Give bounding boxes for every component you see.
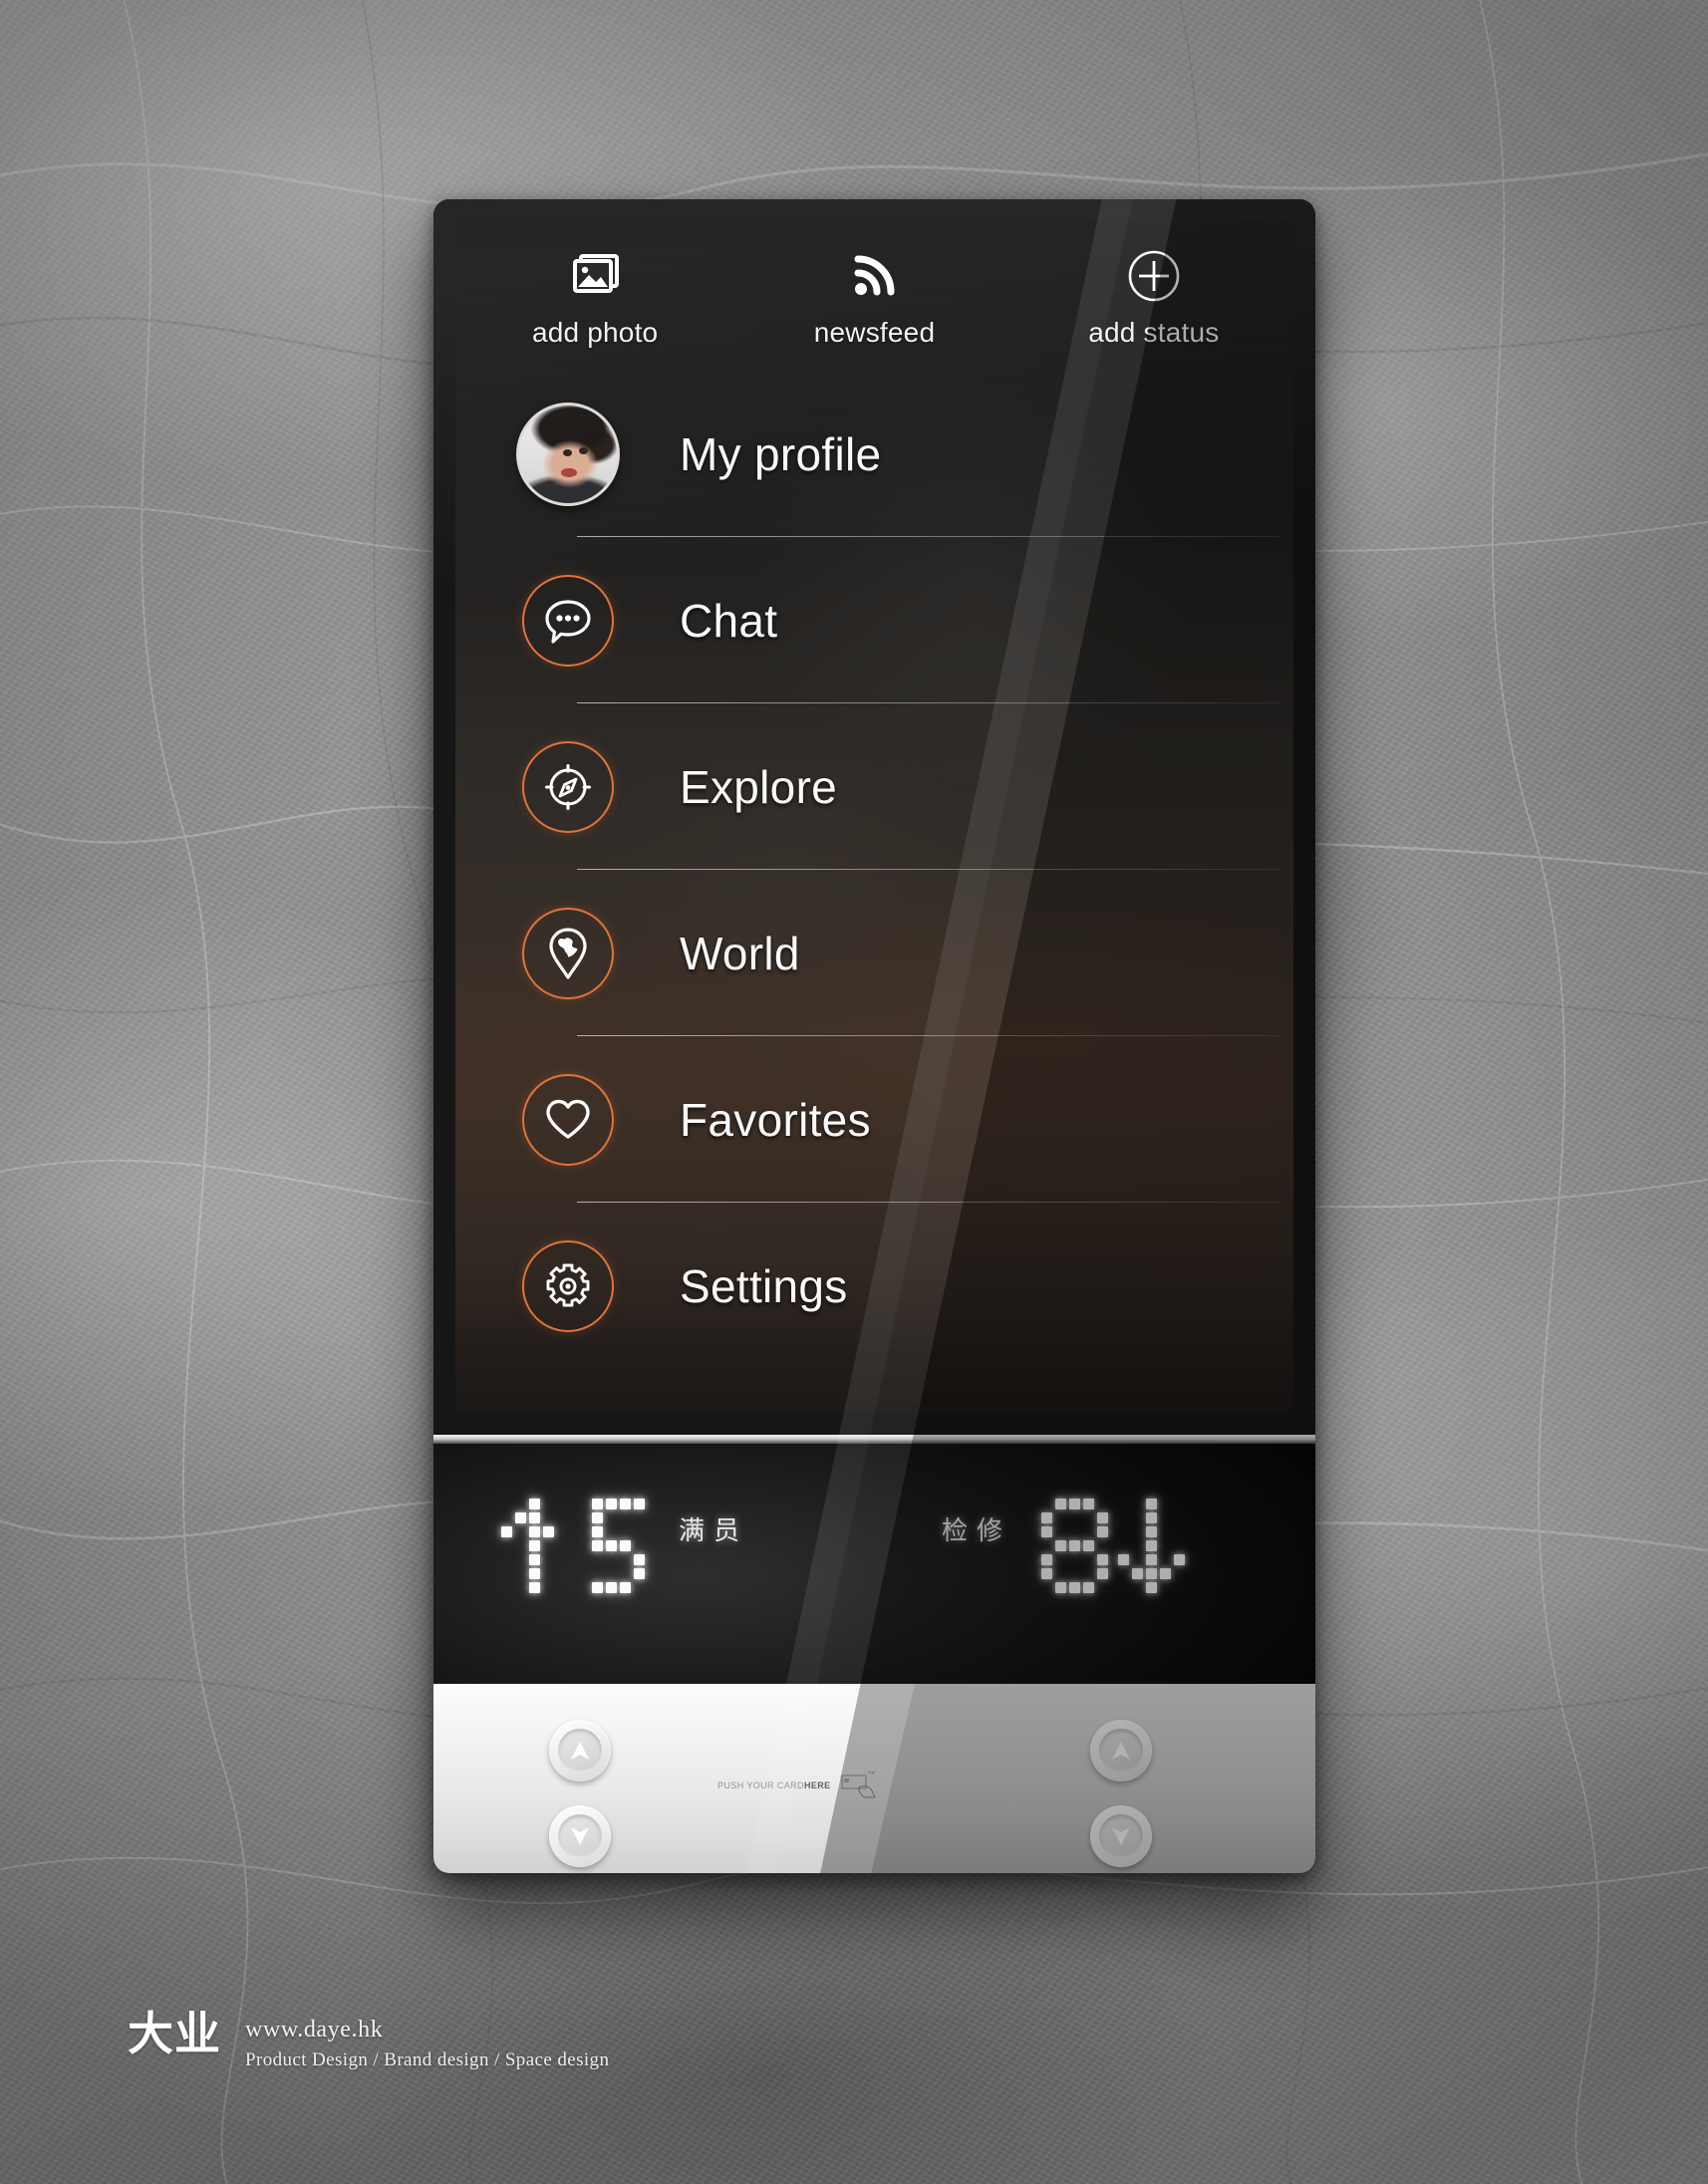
action-label: newsfeed bbox=[813, 317, 936, 348]
chat-bubble-icon bbox=[544, 599, 591, 644]
touchscreen[interactable]: add photo newsfeed add status My profile… bbox=[433, 199, 1315, 1435]
action-label: add photo bbox=[531, 317, 659, 348]
avatar-icon bbox=[515, 402, 620, 506]
led-up-arrow bbox=[501, 1499, 568, 1593]
globe-pin-icon bbox=[548, 927, 587, 979]
menu-item-label: Settings bbox=[680, 1259, 848, 1312]
led-right-status-label: 检修 bbox=[942, 1516, 1012, 1546]
led-right-digits bbox=[1041, 1499, 1186, 1593]
action-add-photo[interactable]: add photo bbox=[455, 221, 734, 361]
menu-item-label: Favorites bbox=[680, 1093, 871, 1146]
plus-circle-icon bbox=[1126, 247, 1182, 305]
services-tagline: Product Design / Brand design / Space de… bbox=[245, 2049, 610, 2070]
left-up-call-button[interactable] bbox=[549, 1720, 611, 1781]
led-left-digits bbox=[501, 1499, 645, 1593]
menu-item-world[interactable]: World bbox=[455, 870, 1293, 1036]
main-menu-list: My profile Chat Explore World Favorites … bbox=[455, 371, 1293, 1369]
gear-icon bbox=[546, 1263, 589, 1306]
led-floor-digit bbox=[1041, 1499, 1109, 1593]
right-down-call-button[interactable] bbox=[1090, 1805, 1152, 1867]
footer-branding: 大业 www.daye.hk Product Design / Brand de… bbox=[128, 2011, 609, 2071]
led-right-group: 检修 bbox=[942, 1499, 1186, 1593]
down-arrow-icon bbox=[571, 1827, 589, 1845]
avatar bbox=[455, 402, 680, 506]
menu-item-favorites[interactable]: Favorites bbox=[455, 1036, 1293, 1203]
elevator-panel-device: add photo newsfeed add status My profile… bbox=[433, 199, 1315, 1873]
top-action-bar: add photo newsfeed add status bbox=[455, 221, 1293, 361]
compass-icon bbox=[544, 763, 591, 810]
card-reader-label: PUSH YOUR CARDHERE bbox=[717, 1780, 831, 1790]
card-reader-zone[interactable]: PUSH YOUR CARDHERE bbox=[717, 1772, 885, 1799]
call-button-panel: PUSH YOUR CARDHERE bbox=[433, 1684, 1315, 1873]
led-left-group: 满员 bbox=[501, 1499, 748, 1593]
action-newsfeed[interactable]: newsfeed bbox=[734, 221, 1013, 361]
footer-text-block: www.daye.hk Product Design / Brand desig… bbox=[245, 2011, 609, 2071]
led-floor-digit bbox=[578, 1499, 645, 1593]
favorites-icon-wrap bbox=[455, 1073, 680, 1166]
daye-logo: 大业 bbox=[128, 2007, 221, 2060]
menu-item-chat[interactable]: Chat bbox=[455, 537, 1293, 703]
up-arrow-icon bbox=[571, 1742, 589, 1760]
action-label: add status bbox=[1088, 317, 1220, 348]
chat-icon-wrap bbox=[455, 574, 680, 667]
card-swipe-icon bbox=[841, 1772, 876, 1798]
heart-icon bbox=[545, 1099, 590, 1139]
left-down-call-button[interactable] bbox=[549, 1805, 611, 1867]
website-url: www.daye.hk bbox=[245, 2017, 384, 2043]
world-icon-wrap bbox=[455, 907, 680, 999]
led-display-face: 满员 检修 bbox=[433, 1444, 1315, 1684]
menu-item-label: World bbox=[680, 927, 800, 979]
menu-item-label: Chat bbox=[680, 594, 778, 647]
led-floor-display: 满员 检修 bbox=[433, 1435, 1315, 1684]
photos-icon bbox=[567, 247, 623, 305]
explore-icon-wrap bbox=[455, 740, 680, 833]
menu-item-my-profile[interactable]: My profile bbox=[455, 371, 1293, 537]
menu-item-label: Explore bbox=[680, 760, 838, 813]
menu-item-explore[interactable]: Explore bbox=[455, 703, 1293, 870]
led-down-arrow bbox=[1118, 1499, 1186, 1593]
down-arrow-icon bbox=[1112, 1827, 1130, 1845]
action-add-status[interactable]: add status bbox=[1014, 221, 1293, 361]
chrome-trim-strip bbox=[433, 1435, 1315, 1444]
menu-item-label: My profile bbox=[680, 427, 882, 480]
menu-item-settings[interactable]: Settings bbox=[455, 1203, 1293, 1369]
right-up-call-button[interactable] bbox=[1090, 1720, 1152, 1781]
up-arrow-icon bbox=[1112, 1742, 1130, 1760]
settings-icon-wrap bbox=[455, 1239, 680, 1332]
led-left-status-label: 满员 bbox=[679, 1516, 749, 1546]
rss-feed-icon bbox=[849, 247, 899, 305]
